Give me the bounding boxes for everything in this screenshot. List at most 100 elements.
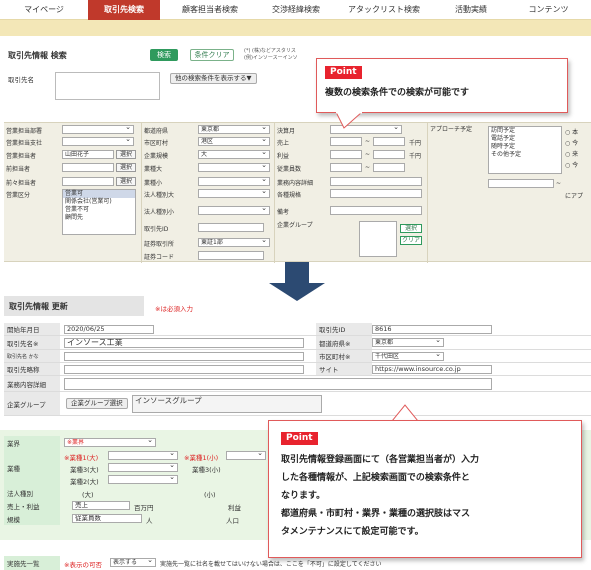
nav-tab-mypage[interactable]: マイページ (0, 0, 88, 20)
grid-divider (427, 123, 428, 263)
unit-label: 千円 (409, 153, 422, 160)
business-detail-input[interactable] (330, 177, 422, 186)
label-prev-staff: 前担当者 (6, 166, 31, 173)
tilde: ~ (365, 151, 371, 158)
label-fiscal-month: 決算月 (277, 128, 296, 135)
sales-max-input[interactable] (373, 137, 405, 146)
city-field[interactable]: 千代田区 (372, 352, 444, 361)
industry-small-select[interactable] (198, 177, 270, 186)
search-title: 取引先情報 検索 (8, 51, 67, 60)
corp-type-small-select[interactable] (198, 206, 270, 215)
prefecture-select[interactable]: 東京都 (198, 125, 270, 134)
field-label: 規模 (4, 512, 60, 525)
nav-tab-client-search[interactable]: 取引先検索 (88, 0, 160, 20)
table-row: 実施先一覧 ※表示の可否 表示する 実施先一覧に社名を載せてはいけない場合は、こ… (4, 556, 591, 570)
prev-staff-select-button[interactable]: 選択 (116, 163, 136, 172)
nav-tab-contents[interactable]: コンテンツ (506, 0, 591, 20)
field-label: 取引先名※ (4, 336, 60, 349)
client-kana-field[interactable] (64, 352, 304, 361)
label-sales-dept: 営業担当部署 (6, 128, 43, 135)
sales-min-input[interactable] (330, 137, 362, 146)
group-select-button[interactable]: 企業グループ選択 (66, 398, 128, 409)
more-conditions-button[interactable]: 他の検索条件を表示する▼ (170, 73, 257, 84)
employees-field[interactable]: 従業員数 (72, 514, 142, 523)
client-name-input[interactable] (55, 72, 160, 100)
stock-exchange-select[interactable]: 東証1部 (198, 238, 270, 247)
field-label: 業務内容詳細 (4, 376, 60, 391)
nav-tab-contact-search[interactable]: 顧客担当者検索 (160, 0, 260, 20)
sector-large3-select[interactable] (108, 463, 178, 472)
approach-plan-listbox[interactable]: 訪問予定 電話予定 随時予定 その他予定 (488, 126, 562, 174)
client-id-field: 8616 (372, 325, 492, 334)
sector-small1-select[interactable] (226, 451, 266, 460)
nav-tab-activity[interactable]: 活動実績 (436, 0, 506, 20)
label-sales-category: 営業区分 (6, 192, 31, 199)
unit-label: 百万円 (134, 504, 154, 512)
sector-large1-label: ※業種1(大) (64, 454, 99, 462)
clear-conditions-button[interactable]: 条件クリア (190, 49, 234, 61)
sector-large2-select[interactable] (108, 475, 178, 484)
prefecture-field[interactable]: 東京都 (372, 338, 444, 347)
sector-large1-select[interactable] (108, 451, 178, 460)
label-stock-exchange: 証券取引所 (144, 241, 175, 248)
city-select[interactable]: 港区 (198, 137, 270, 146)
field-label: 取引先名 かな (4, 350, 60, 362)
profit-max-input[interactable] (373, 150, 405, 159)
sales-staff-input[interactable]: 山田花子 (62, 150, 114, 159)
company-size-select[interactable]: 大 (198, 150, 270, 159)
list-display-select[interactable]: 表示する (110, 558, 156, 567)
list-item[interactable]: 随時予定 (489, 143, 561, 151)
sales-dept-select[interactable] (62, 125, 134, 134)
search-button[interactable]: 検索 (150, 49, 178, 61)
client-name-field[interactable]: インソース工業 (64, 338, 304, 348)
industry-select[interactable]: ※業界 (64, 438, 156, 447)
radio-option[interactable]: ○ 来 (565, 149, 578, 158)
prev-prev-staff-input[interactable] (62, 177, 114, 186)
corp-type-large-select[interactable] (198, 189, 270, 198)
list-item[interactable]: 営業不可 (63, 206, 135, 214)
list-note: ※表示の可否 (64, 561, 102, 569)
group-clear-button[interactable]: クリア (400, 236, 422, 245)
nav-tab-negotiation-search[interactable]: 交渉経緯検索 (260, 0, 332, 20)
label-approach-plan: アプローチ予定 (430, 126, 473, 133)
prev-staff-input[interactable] (62, 163, 114, 172)
prev-prev-staff-select-button[interactable]: 選択 (116, 177, 136, 186)
standards-input[interactable] (330, 189, 422, 198)
company-group-box[interactable] (359, 221, 397, 257)
label-client-id: 取引先ID (144, 226, 169, 233)
list-item[interactable]: 電話予定 (489, 135, 561, 143)
business-detail-field[interactable] (64, 378, 492, 390)
industry-large-select[interactable] (198, 163, 270, 172)
label-corp-type-large: 法人種別大 (144, 192, 175, 199)
client-abbr-field[interactable] (64, 365, 304, 374)
client-id-input[interactable] (198, 223, 264, 232)
table-row: 取引先名 かな 市区町村※ 千代田区 (4, 350, 591, 363)
radio-option[interactable]: ○ 本 (565, 127, 578, 136)
radio-label: 本 (572, 129, 579, 136)
employees-min-input[interactable] (330, 163, 362, 172)
employees-max-input[interactable] (373, 163, 405, 172)
field-label: 取引先略称 (4, 363, 60, 375)
list-item[interactable]: 訪問予定 (489, 127, 561, 135)
field-label: 市区町村※ (316, 350, 372, 362)
remarks-input[interactable] (330, 206, 422, 215)
staff-select-button[interactable]: 選択 (116, 150, 136, 159)
list-item[interactable]: その他予定 (489, 151, 561, 159)
list-item[interactable]: 顧問先 (63, 214, 135, 222)
radio-option[interactable]: ○ 今 (565, 138, 578, 147)
sector-small3-label: 業種3(小) (192, 466, 221, 474)
sales-branch-select[interactable] (62, 137, 134, 146)
group-select-button[interactable]: 選択 (400, 224, 422, 233)
sales-field[interactable]: 売上 (72, 501, 130, 510)
site-field[interactable]: https://www.insource.co.jp (372, 365, 492, 374)
sales-category-listbox[interactable]: 営業可 関係会社(営業可) 営業不可 顧問先 (62, 189, 136, 235)
list-item[interactable]: 営業可 (63, 190, 135, 198)
approach-date-from[interactable] (488, 179, 554, 188)
list-item[interactable]: 関係会社(営業可) (63, 198, 135, 206)
start-date-input[interactable]: 2020/06/25 (64, 325, 154, 334)
profit-min-input[interactable] (330, 150, 362, 159)
stock-code-input[interactable] (198, 251, 264, 260)
callout-line: 取引先情報登録画面にて（各営業担当者が）入力 (281, 455, 480, 465)
nav-tab-attack-list[interactable]: アタックリスト検索 (332, 0, 436, 20)
radio-option[interactable]: ○ 今 (565, 160, 578, 169)
